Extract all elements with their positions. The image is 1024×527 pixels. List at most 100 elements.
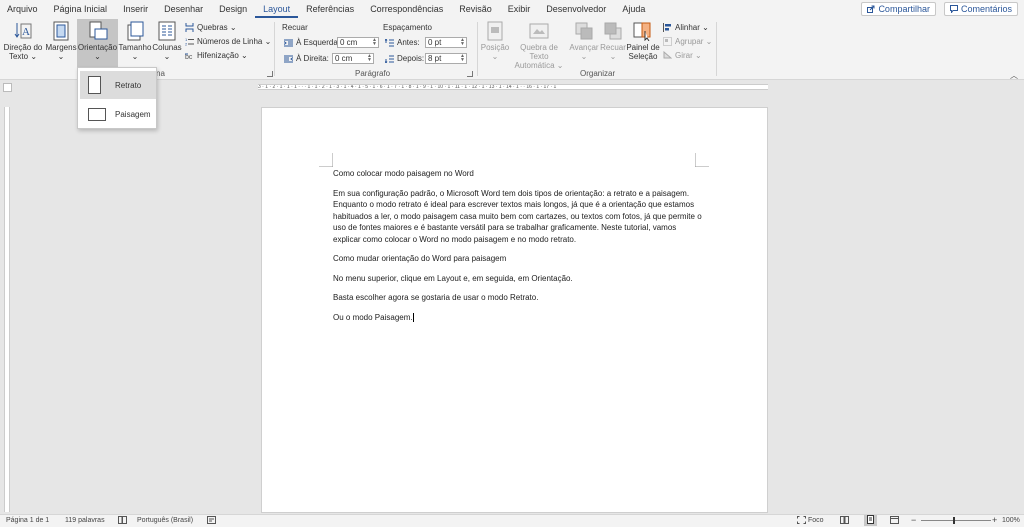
spinner-icon[interactable]: ▲ ▼ xyxy=(460,54,465,63)
spacing-after-label: Depois: xyxy=(397,54,425,63)
web-layout-icon[interactable] xyxy=(890,516,899,526)
svg-text:A: A xyxy=(22,26,30,38)
proofing-icon[interactable] xyxy=(118,516,127,526)
hyphenation-button[interactable]: bc Hifenização ⌄ xyxy=(185,51,248,60)
focus-mode-label[interactable]: Foco xyxy=(808,517,824,524)
spinner-icon[interactable]: ▲ ▼ xyxy=(367,54,372,63)
tab-correspondencias[interactable]: Correspondências xyxy=(362,0,451,18)
landscape-label: Paisagem xyxy=(115,109,151,119)
bring-forward-button[interactable]: Avançar ⌄ xyxy=(568,21,600,67)
share-label: Compartilhar xyxy=(878,4,930,14)
line-numbers-button[interactable]: 12 Números de Linha ⌄ xyxy=(185,37,271,46)
text-direction-button[interactable]: A Direção do Texto ⌄ xyxy=(3,21,43,67)
rotate-button[interactable]: Girar ⌄ xyxy=(663,51,702,60)
page-size-icon xyxy=(125,21,145,41)
position-button[interactable]: Posição ⌄ xyxy=(480,21,510,67)
document-page[interactable]: Como colocar modo paisagem no Word Em su… xyxy=(261,107,768,513)
comments-button[interactable]: Comentários xyxy=(943,2,1018,16)
breaks-button[interactable]: Quebras ⌄ xyxy=(185,23,237,32)
tab-selector[interactable] xyxy=(3,83,12,92)
orientation-portrait-item[interactable]: Retrato xyxy=(80,71,156,99)
tab-desenvolvedor[interactable]: Desenvolvedor xyxy=(538,0,614,18)
indent-left-value: 0 cm xyxy=(340,38,358,47)
spacing-before-value: 0 pt xyxy=(428,38,442,47)
zoom-level[interactable]: 100% xyxy=(1002,517,1020,524)
document-body[interactable]: Como colocar modo paisagem no Word Em su… xyxy=(333,168,703,331)
orientation-icon xyxy=(88,21,108,41)
spacing-after-label-group: Depois: xyxy=(385,54,424,63)
accessibility-icon[interactable] xyxy=(207,516,216,526)
indent-left-icon xyxy=(284,39,293,46)
doc-paragraph: Em sua configuração padrão, o Microsoft … xyxy=(333,188,702,244)
spacing-before-label-group: Antes: xyxy=(385,38,420,47)
margins-button[interactable]: Margens ⌄ xyxy=(45,21,77,67)
indent-right-label-group: À Direita: xyxy=(284,54,329,63)
indent-right-label: À Direita: xyxy=(296,54,329,63)
selection-pane-button[interactable]: Painel de Seleção xyxy=(626,21,660,67)
paragraph-dialog-launcher[interactable] xyxy=(467,71,473,77)
spacing-after-input[interactable]: 8 pt ▲ ▼ xyxy=(425,53,467,64)
rotate-icon xyxy=(663,51,672,59)
text-direction-label-2: Texto ⌄ xyxy=(8,52,38,61)
zoom-slider[interactable] xyxy=(921,520,991,521)
zoom-slider-thumb[interactable] xyxy=(953,517,955,524)
zoom-in-icon[interactable]: + xyxy=(992,515,997,525)
read-mode-icon[interactable] xyxy=(840,516,849,526)
margins-label-1: Margens xyxy=(45,43,77,52)
spacing-before-input[interactable]: 0 pt ▲ ▼ xyxy=(425,37,467,48)
send-backward-button[interactable]: Recuar ⌄ xyxy=(600,21,626,67)
orientation-landscape-item[interactable]: Paisagem xyxy=(80,100,156,128)
tab-inserir[interactable]: Inserir xyxy=(115,0,156,18)
bring-forward-label-2: ⌄ xyxy=(580,52,588,61)
page-count[interactable]: Página 1 de 1 xyxy=(6,517,49,524)
language[interactable]: Português (Brasil) xyxy=(137,517,193,524)
tab-revisao[interactable]: Revisão xyxy=(451,0,500,18)
tab-pagina-inicial[interactable]: Página Inicial xyxy=(46,0,116,18)
text-direction-icon: A xyxy=(13,21,33,41)
horizontal-ruler[interactable]: 3 · 1 · 2 · 1 · 1 · 1 · · · 1 · 1 · 2 · … xyxy=(258,84,768,90)
columns-icon xyxy=(157,21,177,41)
group-button[interactable]: Agrupar ⌄ xyxy=(663,37,712,46)
doc-paragraph: Ou o modo Paisagem. xyxy=(333,312,703,324)
orientation-button[interactable]: Orientação ⌄ xyxy=(77,19,118,68)
comments-label: Comentários xyxy=(960,4,1012,14)
indent-left-label: À Esquerda: xyxy=(296,38,341,47)
tab-referencias[interactable]: Referências xyxy=(298,0,362,18)
spinner-icon[interactable]: ▲ ▼ xyxy=(372,38,377,47)
wrap-text-button[interactable]: Quebra de Texto Automática ⌄ xyxy=(510,21,568,70)
separator xyxy=(274,22,275,76)
columns-button[interactable]: Colunas ⌄ xyxy=(152,21,182,67)
spinner-icon[interactable]: ▲ ▼ xyxy=(460,38,465,47)
bring-forward-label-1: Avançar xyxy=(569,43,599,52)
vertical-ruler[interactable] xyxy=(4,107,10,512)
tab-layout[interactable]: Layout xyxy=(255,0,299,18)
collapse-ribbon-icon[interactable]: ︿ xyxy=(1010,70,1018,81)
indent-left-input[interactable]: 0 cm ▲ ▼ xyxy=(337,37,379,48)
size-button[interactable]: Tamanho ⌄ xyxy=(119,21,151,67)
tab-desenhar[interactable]: Desenhar xyxy=(156,0,211,18)
tab-design[interactable]: Design xyxy=(211,0,255,18)
crop-mark-top-right xyxy=(695,153,709,167)
zoom-out-icon[interactable]: − xyxy=(911,515,916,525)
breaks-icon xyxy=(185,23,194,32)
word-count[interactable]: 119 palavras xyxy=(65,517,105,524)
text-direction-label-1: Direção do xyxy=(3,43,43,52)
spacing-after-value: 8 pt xyxy=(428,54,442,63)
selection-pane-label-1: Painel de xyxy=(626,43,660,52)
separator xyxy=(716,22,717,76)
send-backward-label-2: ⌄ xyxy=(609,52,617,61)
share-button[interactable]: Compartilhar xyxy=(861,2,936,16)
tab-arquivo[interactable]: Arquivo xyxy=(0,0,46,18)
columns-label-2: ⌄ xyxy=(163,52,171,61)
send-backward-icon xyxy=(603,21,623,41)
align-button[interactable]: Alinhar ⌄ xyxy=(663,23,709,32)
align-label: Alinhar ⌄ xyxy=(675,23,709,32)
tab-ajuda[interactable]: Ajuda xyxy=(614,0,653,18)
print-layout-icon[interactable] xyxy=(864,515,877,526)
tab-exibir[interactable]: Exibir xyxy=(500,0,539,18)
bring-forward-icon xyxy=(574,21,594,41)
page-setup-dialog-launcher[interactable] xyxy=(267,71,273,77)
indent-right-input[interactable]: 0 cm ▲ ▼ xyxy=(332,53,374,64)
focus-icon[interactable] xyxy=(797,516,806,526)
group-label: Agrupar ⌄ xyxy=(675,37,713,46)
